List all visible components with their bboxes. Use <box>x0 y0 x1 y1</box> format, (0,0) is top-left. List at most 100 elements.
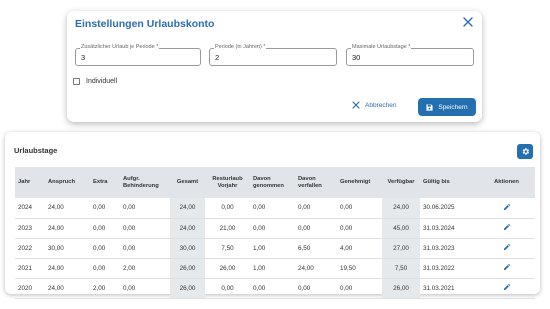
table-cell: 0,00 <box>120 198 170 219</box>
table-cell: 2023 <box>15 218 45 239</box>
column-header: Verfügbar <box>387 179 415 185</box>
cancel-label: Abbrechen <box>365 101 397 109</box>
vacation-days-panel: Urlaubstage Jahr Anspruch Extra Aufgr. B… <box>5 132 540 299</box>
field-label: Periode (in Jahren) * <box>214 44 267 51</box>
table-cell: 26,00 <box>170 258 205 279</box>
table-cell: 2,00 <box>120 258 170 279</box>
edit-button[interactable] <box>503 283 511 293</box>
individual-checkbox-label: Individuell <box>86 78 118 85</box>
table-cell: 0,00 <box>120 218 170 239</box>
table-row: 2021 24,00 0,00 2,00 26,00 26,00 1,00 24,00 19,5… <box>15 258 535 279</box>
table-cell: 0,00 <box>337 218 382 239</box>
pencil-icon <box>503 283 510 290</box>
edit-button[interactable] <box>503 223 511 233</box>
table-cell: 2024 <box>15 198 45 219</box>
column-header: Davon genommen <box>253 175 284 189</box>
table-cell: 2022 <box>15 238 45 259</box>
table-cell: 0,00 <box>295 198 337 219</box>
table-cell: 0,00 <box>250 278 295 299</box>
table-cell: 24,00 <box>45 258 90 279</box>
table-cell: 4,00 <box>337 238 382 259</box>
table-cell: 0,00 <box>90 218 120 239</box>
table-cell: 31.03.2023 <box>420 238 478 259</box>
table-cell: 30,00 <box>45 238 90 259</box>
edit-button[interactable] <box>503 203 511 213</box>
table-cell: 30,00 <box>170 238 205 259</box>
pencil-icon <box>503 223 510 230</box>
column-header: Resturlaub Vorjahr <box>212 175 243 189</box>
actions-cell <box>478 238 535 259</box>
field-label: Maximale Urlaubstage * <box>351 44 412 51</box>
table-cell: 31.03.2022 <box>420 258 478 279</box>
individual-checkbox[interactable] <box>73 78 80 85</box>
table-cell: 7,50 <box>205 238 250 259</box>
table-cell: 24,00 <box>45 278 90 299</box>
table-cell: 0,00 <box>250 198 295 219</box>
max-vacation-days-field[interactable]: Maximale Urlaubstage * 30 <box>346 44 474 66</box>
table-cell: 1,00 <box>250 258 295 279</box>
table-cell: 0,00 <box>205 278 250 299</box>
table-cell: 24,00 <box>295 258 337 279</box>
table-cell: 2021 <box>15 258 45 279</box>
column-header: Anspruch <box>48 179 76 185</box>
vacation-table: Jahr Anspruch Extra Aufgr. Behinderung G… <box>15 167 535 299</box>
table-cell: 45,00 <box>382 218 420 239</box>
table-row: 2022 30,00 0,00 0,00 30,00 7,50 1,00 6,50 4,00 27… <box>15 238 535 259</box>
dialog-title: Einstellungen Urlaubskonto <box>75 18 215 30</box>
pencil-icon <box>503 263 510 270</box>
table-cell: 0,00 <box>337 198 382 219</box>
table-cell: 26,00 <box>170 278 205 299</box>
field-value[interactable]: 30 <box>352 53 360 62</box>
table-cell: 21,00 <box>205 218 250 239</box>
column-header: Gesamt <box>176 179 199 185</box>
actions-cell <box>478 258 535 279</box>
edit-button[interactable] <box>503 243 511 253</box>
table-cell: 24,00 <box>45 198 90 219</box>
field-value[interactable]: 3 <box>81 53 85 62</box>
cancel-button[interactable]: Abbrechen <box>352 101 396 109</box>
actions-cell <box>478 278 535 299</box>
table-cell: 24,00 <box>382 198 420 219</box>
table-cell: 6,50 <box>295 238 337 259</box>
actions-cell <box>478 198 535 219</box>
table-cell: 26,00 <box>205 258 250 279</box>
x-icon <box>352 101 360 109</box>
column-header: Genehmigt <box>340 179 371 185</box>
table-header-row: Jahr Anspruch Extra Aufgr. Behinderung G… <box>15 167 535 198</box>
table-cell: 0,00 <box>90 258 120 279</box>
edit-button[interactable] <box>503 263 511 273</box>
settings-button[interactable] <box>517 144 533 159</box>
table-cell: 0,00 <box>250 218 295 239</box>
table-cell: 0,00 <box>120 238 170 259</box>
table-cell: 0,00 <box>90 238 120 259</box>
table-cell: 0,00 <box>295 218 337 239</box>
table-cell: 0,00 <box>90 198 120 219</box>
save-button[interactable]: Speichern <box>418 98 476 116</box>
field-value[interactable]: 2 <box>215 53 219 62</box>
period-years-field[interactable]: Periode (in Jahren) * 2 <box>209 44 337 66</box>
table-row: 2020 24,00 2,00 0,00 26,00 0,00 0,00 0,00 0,00 26… <box>15 278 535 299</box>
table-cell: 31.03.2021 <box>420 278 478 299</box>
table-cell: 31.03.2024 <box>420 218 478 239</box>
pencil-icon <box>503 243 510 250</box>
table-cell: 24,00 <box>170 218 205 239</box>
additional-vacation-field[interactable]: Zusätzlicher Urlaub je Periode * 3 <box>75 44 201 66</box>
table-cell: 24,00 <box>45 218 90 239</box>
table-cell: 2,00 <box>90 278 120 299</box>
column-header: Gültig bis <box>423 179 450 185</box>
table-row: 2024 24,00 0,00 0,00 24,00 0,00 0,00 0,00 0,00 24… <box>15 198 535 219</box>
table-row: 2023 24,00 0,00 0,00 24,00 21,00 0,00 0,00 0,00 4… <box>15 218 535 239</box>
column-header: Jahr <box>18 179 31 185</box>
table-cell: 0,00 <box>337 278 382 299</box>
field-label: Zusätzlicher Urlaub je Periode * <box>80 44 160 51</box>
floppy-disk-icon <box>426 103 433 111</box>
table-cell: 19,50 <box>337 258 382 279</box>
actions-cell <box>478 218 535 239</box>
save-label: Speichern <box>438 103 468 111</box>
table-cell: 2020 <box>15 278 45 299</box>
individual-checkbox-row[interactable]: Individuell <box>73 78 117 85</box>
table-cell: 1,00 <box>250 238 295 259</box>
table-cell: 7,50 <box>382 258 420 279</box>
table-cell: 0,00 <box>120 278 170 299</box>
close-icon[interactable] <box>462 16 474 28</box>
